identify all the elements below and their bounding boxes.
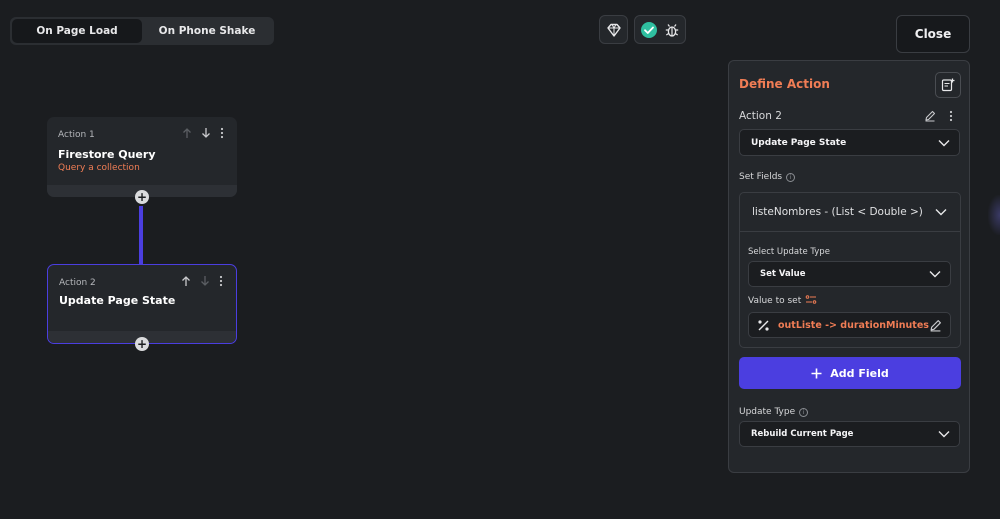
- arrow-down-icon[interactable]: [199, 275, 211, 287]
- arrow-down-icon[interactable]: [200, 127, 212, 139]
- update-type-heading: Update Type i: [739, 407, 809, 417]
- chevron-down-icon: [929, 271, 941, 278]
- add-note-icon: [941, 78, 955, 92]
- arrow-up-icon[interactable]: [180, 275, 192, 287]
- action-card-1[interactable]: Action 1 Firestore Query Query a collect…: [47, 117, 237, 197]
- rebuild-value: Rebuild Current Page: [751, 429, 854, 439]
- action-subtitle: Query a collection: [58, 163, 140, 173]
- action-index-label: Action 1: [58, 130, 95, 140]
- tab-on-page-load[interactable]: On Page Load: [12, 19, 142, 43]
- tab-on-phone-shake[interactable]: On Phone Shake: [142, 19, 272, 43]
- value-to-set-heading: Value to set: [748, 295, 817, 306]
- arrow-up-icon[interactable]: [181, 127, 193, 139]
- diamond-icon: [606, 23, 621, 37]
- diamond-button[interactable]: [599, 15, 628, 44]
- chevron-down-icon: [938, 139, 950, 146]
- trigger-tabs: On Page Load On Phone Shake: [10, 17, 274, 45]
- value-text: outListe -> durationMinutes: [778, 319, 929, 331]
- info-icon: i: [799, 407, 809, 417]
- edge-glow: [988, 195, 1000, 235]
- action-title: Firestore Query: [58, 148, 156, 161]
- select-update-type-label: Select Update Type: [748, 247, 830, 257]
- variable-icon[interactable]: [805, 295, 817, 306]
- action-title: Update Page State: [59, 294, 176, 307]
- action-controls: [181, 127, 225, 139]
- update-type-label: Update Type: [739, 407, 796, 417]
- add-action-button-2[interactable]: +: [135, 337, 149, 351]
- plus-icon: [811, 368, 822, 378]
- more-vert-icon[interactable]: [218, 275, 224, 287]
- action-connector: [139, 206, 143, 264]
- add-action-button-1[interactable]: +: [135, 190, 149, 204]
- action-index-label: Action 2: [59, 278, 96, 288]
- update-type-value: Set Value: [760, 269, 806, 279]
- check-circle-icon: [641, 21, 657, 38]
- add-field-label: Add Field: [830, 366, 889, 380]
- percent-icon: [758, 320, 769, 331]
- more-vert-icon[interactable]: [948, 110, 954, 122]
- value-to-set-label: Value to set: [748, 295, 802, 306]
- edit-icon[interactable]: [929, 319, 942, 332]
- field-name: listeNombres - (List < Double >): [752, 206, 923, 218]
- update-type-select[interactable]: Set Value: [748, 261, 951, 287]
- bug-icon: [665, 23, 679, 37]
- set-fields-heading: Set Fields i: [739, 172, 796, 182]
- add-field-button[interactable]: Add Field: [739, 357, 961, 389]
- action-name-label: Action 2: [739, 110, 782, 122]
- close-button[interactable]: Close: [896, 15, 970, 53]
- value-field[interactable]: outListe -> durationMinutes: [748, 312, 951, 338]
- set-fields-label: Set Fields: [739, 172, 783, 182]
- action-type-select[interactable]: Update Page State: [739, 129, 960, 156]
- chevron-down-icon: [935, 209, 947, 216]
- define-action-panel: Define Action Action 2 Update Page State…: [728, 60, 970, 473]
- validation-debug-button[interactable]: [634, 15, 686, 44]
- panel-title: Define Action: [739, 77, 830, 91]
- info-icon: i: [786, 172, 796, 182]
- field-selector[interactable]: listeNombres - (List < Double >): [740, 193, 960, 232]
- add-note-button[interactable]: [935, 72, 961, 98]
- action-controls: [180, 275, 224, 287]
- field-editor: listeNombres - (List < Double >) Select …: [739, 192, 961, 348]
- more-vert-icon[interactable]: [219, 127, 225, 139]
- chevron-down-icon: [938, 431, 950, 438]
- edit-icon[interactable]: [924, 110, 936, 122]
- action-card-2[interactable]: Action 2 Update Page State: [47, 264, 237, 344]
- rebuild-select[interactable]: Rebuild Current Page: [739, 421, 960, 447]
- action-type-value: Update Page State: [751, 137, 847, 148]
